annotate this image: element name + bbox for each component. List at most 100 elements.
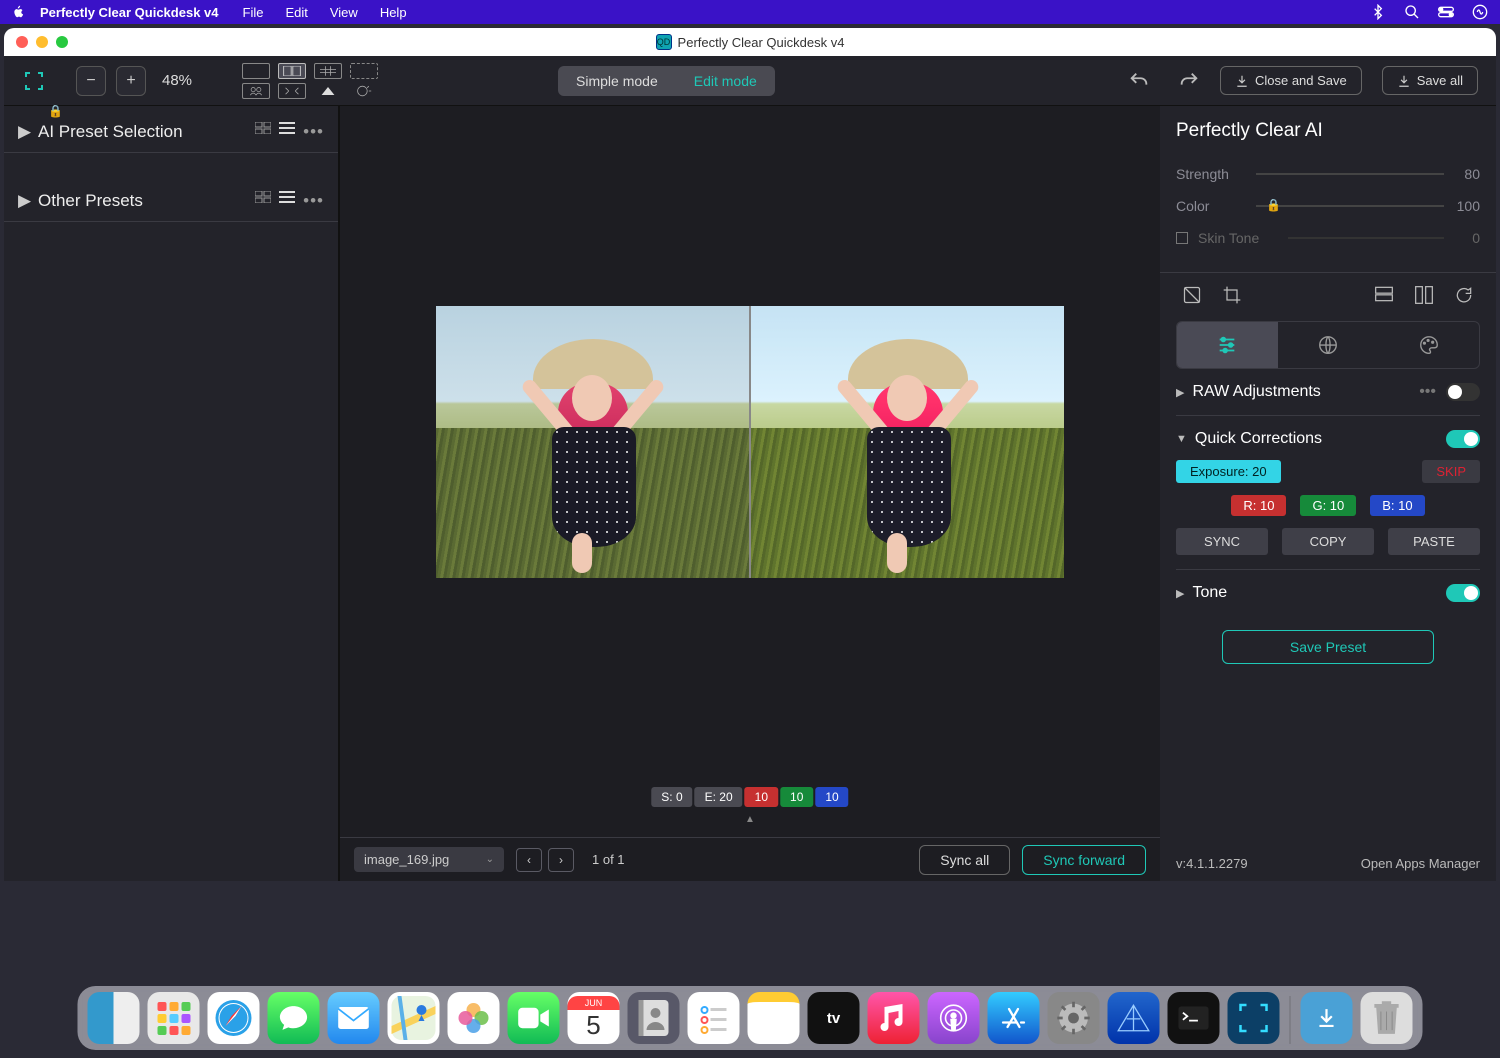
more-icon[interactable]: ••• (1419, 383, 1436, 401)
dock-mail-icon[interactable] (328, 992, 380, 1044)
save-all-button[interactable]: Save all (1382, 66, 1478, 95)
list-view-icon[interactable] (279, 122, 295, 142)
tone-toggle[interactable] (1446, 584, 1480, 602)
paste-button[interactable]: PASTE (1388, 528, 1480, 555)
expand-filmstrip-icon[interactable]: ▲ (745, 814, 755, 825)
menubar-search-icon[interactable] (1404, 4, 1420, 20)
file-dropdown[interactable]: image_169.jpg ⌄ (354, 847, 504, 872)
tab-palette[interactable] (1378, 322, 1479, 368)
dock-reminders-icon[interactable] (688, 992, 740, 1044)
window-close-button[interactable] (16, 36, 28, 48)
chevron-down-icon[interactable]: ▼ (1176, 433, 1187, 445)
menu-edit[interactable]: Edit (285, 5, 307, 20)
mode-edit[interactable]: Edit mode (676, 66, 775, 96)
flip-v-icon[interactable] (1414, 285, 1434, 305)
sync-forward-button[interactable]: Sync forward (1022, 845, 1146, 875)
view-crop-select-icon[interactable] (350, 63, 378, 79)
dock-settings-icon[interactable] (1048, 992, 1100, 1044)
app-menu-title[interactable]: Perfectly Clear Quickdesk v4 (40, 5, 219, 20)
dock-tv-icon[interactable]: tv (808, 992, 860, 1044)
close-and-save-button[interactable]: Close and Save (1220, 66, 1362, 95)
menu-file[interactable]: File (243, 5, 264, 20)
readout-s: S: 0 (651, 787, 692, 807)
zoom-in-button[interactable]: + (116, 66, 146, 96)
next-image-button[interactable]: › (548, 848, 574, 872)
dock-messages-icon[interactable] (268, 992, 320, 1044)
menu-view[interactable]: View (330, 5, 358, 20)
chevron-right-icon[interactable]: ▶ (1176, 587, 1184, 600)
more-icon[interactable]: ••• (303, 122, 324, 142)
dock-launchpad-icon[interactable] (148, 992, 200, 1044)
dock-facetime-icon[interactable] (508, 992, 560, 1044)
dock-terminal-icon[interactable] (1168, 992, 1220, 1044)
redo-button[interactable] (1178, 70, 1200, 92)
tab-sliders[interactable] (1177, 322, 1278, 368)
mode-simple[interactable]: Simple mode (558, 66, 676, 96)
rgb-b-badge[interactable]: B: 10 (1370, 495, 1424, 516)
skip-badge[interactable]: SKIP (1422, 460, 1480, 483)
dock-music-icon[interactable] (868, 992, 920, 1044)
tab-globe[interactable] (1278, 322, 1379, 368)
view-histogram-icon[interactable] (314, 83, 342, 99)
undo-button[interactable] (1128, 70, 1150, 92)
window-zoom-button[interactable] (56, 36, 68, 48)
sync-all-button[interactable]: Sync all (919, 845, 1010, 875)
page-indicator: 1 of 1 (592, 852, 625, 867)
left-section-other-presets[interactable]: ▶ Other Presets ••• (4, 181, 338, 222)
quick-toggle[interactable] (1446, 430, 1480, 448)
exposure-badge[interactable]: Exposure: 20 (1176, 460, 1281, 483)
prev-image-button[interactable]: ‹ (516, 848, 542, 872)
color-value: 100 (1454, 198, 1480, 214)
quick-section-label: Quick Corrections (1195, 430, 1322, 448)
rgb-g-badge[interactable]: G: 10 (1300, 495, 1356, 516)
grid-view-icon[interactable] (255, 122, 271, 142)
apple-menu-icon[interactable] (12, 5, 26, 19)
more-icon[interactable]: ••• (303, 191, 324, 211)
copy-button[interactable]: COPY (1282, 528, 1374, 555)
strength-slider[interactable] (1256, 173, 1444, 175)
dock-appstore-icon[interactable] (988, 992, 1040, 1044)
color-slider[interactable]: 🔒 (1256, 205, 1444, 207)
dock-calendar-icon[interactable]: JUN5 (568, 992, 620, 1044)
list-view-icon[interactable] (279, 191, 295, 211)
chevron-right-icon[interactable]: ▶ (1176, 386, 1184, 399)
grid-view-icon[interactable] (255, 191, 271, 211)
view-adjust-icon[interactable] (350, 83, 378, 99)
view-single-icon[interactable] (242, 63, 270, 79)
rotate-icon[interactable] (1454, 285, 1474, 305)
crop-icon[interactable] (1222, 285, 1242, 305)
view-grid-icon[interactable] (314, 63, 342, 79)
view-face-icon[interactable] (242, 83, 270, 99)
tv-label: tv (827, 1010, 840, 1027)
dock-quickdesk-icon[interactable] (1228, 992, 1280, 1044)
menubar-bluetooth-icon[interactable] (1370, 4, 1386, 20)
dock-downloads-icon[interactable] (1301, 992, 1353, 1044)
looks-icon[interactable] (1182, 285, 1202, 305)
dock-photos-icon[interactable] (448, 992, 500, 1044)
raw-toggle[interactable] (1446, 383, 1480, 401)
skintone-checkbox[interactable] (1176, 232, 1188, 244)
dock-affinity-icon[interactable] (1108, 992, 1160, 1044)
image-compare-canvas[interactable] (436, 306, 1064, 578)
dock-podcasts-icon[interactable] (928, 992, 980, 1044)
view-split-icon[interactable] (278, 63, 306, 79)
menu-help[interactable]: Help (380, 5, 407, 20)
dock-contacts-icon[interactable] (628, 992, 680, 1044)
window-minimize-button[interactable] (36, 36, 48, 48)
dock-trash-icon[interactable] (1361, 992, 1413, 1044)
bracket-tool-icon[interactable] (22, 69, 46, 93)
save-preset-button[interactable]: Save Preset (1222, 630, 1434, 664)
menubar-control-center-icon[interactable] (1438, 4, 1454, 20)
left-section-ai-presets[interactable]: 🔒 ▶ AI Preset Selection ••• (4, 112, 338, 153)
zoom-out-button[interactable]: − (76, 66, 106, 96)
sync-button[interactable]: SYNC (1176, 528, 1268, 555)
menubar-siri-icon[interactable] (1472, 4, 1488, 20)
dock-finder-icon[interactable] (88, 992, 140, 1044)
rgb-r-badge[interactable]: R: 10 (1231, 495, 1286, 516)
view-fit-icon[interactable] (278, 83, 306, 99)
dock-notes-icon[interactable] (748, 992, 800, 1044)
dock-safari-icon[interactable] (208, 992, 260, 1044)
dock-maps-icon[interactable] (388, 992, 440, 1044)
open-apps-manager-link[interactable]: Open Apps Manager (1361, 856, 1480, 871)
flip-h-icon[interactable] (1374, 285, 1394, 305)
